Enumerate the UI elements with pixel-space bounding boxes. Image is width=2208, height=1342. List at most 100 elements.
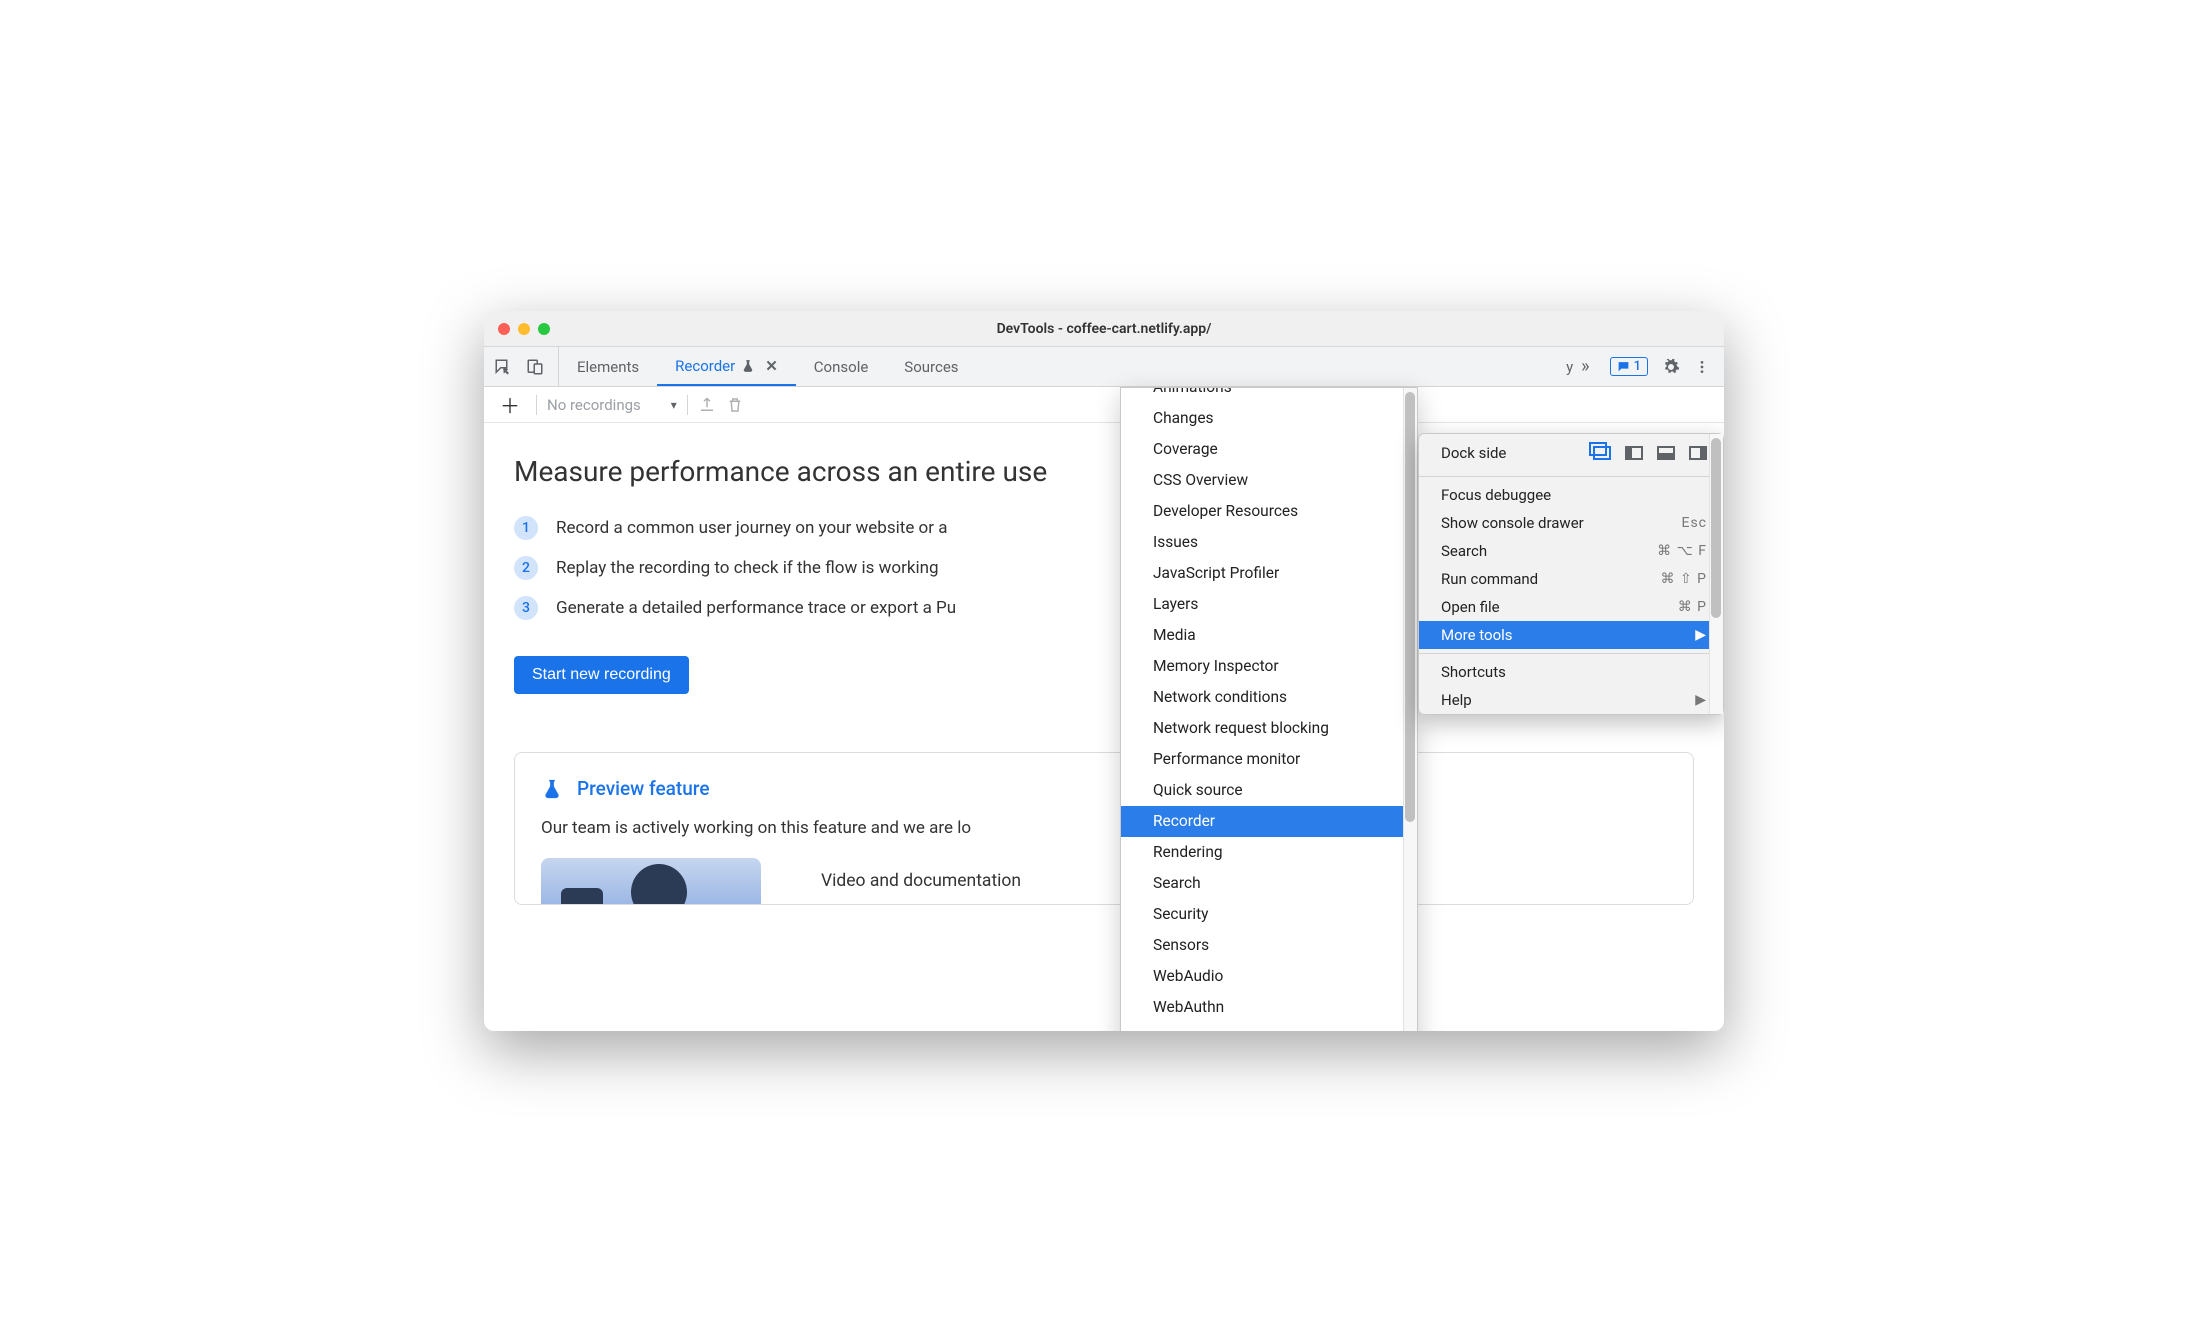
more-tools-item[interactable]: WebAudio [1121, 961, 1417, 992]
delete-icon[interactable] [726, 396, 744, 414]
more-tools-submenu: AnimationsChangesCoverageCSS OverviewDev… [1120, 387, 1418, 1031]
issues-count: 1 [1634, 359, 1641, 374]
flask-icon [541, 778, 563, 800]
chevron-down-icon: ▾ [671, 398, 677, 412]
step-text: Replay the recording to check if the flo… [556, 558, 939, 578]
more-tools-item[interactable]: Security [1121, 899, 1417, 930]
more-tools-item[interactable]: Issues [1121, 527, 1417, 558]
menu-item-label: Focus debuggee [1441, 486, 1551, 504]
more-tools-item[interactable]: Network conditions [1121, 682, 1417, 713]
preview-title: Preview feature [577, 777, 710, 800]
dock-right-icon[interactable] [1689, 446, 1707, 460]
flask-icon [741, 359, 755, 373]
titlebar: DevTools - coffee-cart.netlify.app/ [484, 311, 1724, 347]
menu-item[interactable]: Focus debuggee [1419, 481, 1723, 509]
inspect-element-icon[interactable] [494, 358, 512, 376]
video-thumbnail[interactable] [541, 858, 761, 904]
more-tools-item[interactable]: Recorder [1121, 806, 1417, 837]
menu-separator [1419, 653, 1723, 654]
step-text: Generate a detailed performance trace or… [556, 598, 956, 618]
more-tools-item[interactable]: Coverage [1121, 434, 1417, 465]
dock-undock-icon[interactable] [1593, 446, 1611, 460]
menu-item[interactable]: Run command⌘ ⇧ P [1419, 565, 1723, 593]
tab-elements[interactable]: Elements [559, 347, 657, 386]
step-number: 2 [514, 556, 538, 580]
more-tools-item[interactable]: Rendering [1121, 837, 1417, 868]
tab-recorder[interactable]: Recorder ✕ [657, 347, 796, 386]
more-tools-item[interactable]: Animations [1121, 387, 1417, 403]
menu-item[interactable]: Show console drawer Esc [1419, 509, 1723, 537]
menu-shortcut: ⌘ ⌥ F [1657, 543, 1707, 559]
devtools-window: DevTools - coffee-cart.netlify.app/ Elem… [484, 311, 1724, 1031]
step-number: 1 [514, 516, 538, 540]
preview-feature-card: Preview feature Our team is actively wor… [514, 752, 1694, 905]
tabstrip-utilities: 1 [1596, 347, 1724, 386]
dock-left-icon[interactable] [1625, 446, 1643, 460]
issues-badge[interactable]: 1 [1610, 357, 1648, 376]
more-tools-item[interactable]: JavaScript Profiler [1121, 558, 1417, 589]
more-tools-item[interactable]: Developer Resources [1121, 496, 1417, 527]
main-menu: Dock side Focus debuggee Show console dra… [1418, 433, 1724, 715]
menu-item-label: Show console drawer [1441, 514, 1584, 532]
menu-shortcut: Esc [1681, 515, 1707, 531]
more-tools-item[interactable]: Media [1121, 620, 1417, 651]
divider [536, 395, 537, 415]
more-tools-item[interactable]: Performance monitor [1121, 744, 1417, 775]
more-tools-item[interactable]: WebAuthn [1121, 992, 1417, 1023]
more-tools-item[interactable]: Layers [1121, 589, 1417, 620]
settings-icon[interactable] [1662, 358, 1680, 376]
more-tools-item[interactable]: Search [1121, 868, 1417, 899]
more-tools-item[interactable]: What's New [1121, 1023, 1417, 1031]
scrollbar-track[interactable] [1403, 388, 1417, 1031]
dock-side-label: Dock side [1441, 444, 1506, 462]
tabs-overflow-button[interactable]: » [1581, 356, 1595, 377]
window-title: DevTools - coffee-cart.netlify.app/ [484, 321, 1724, 337]
device-toolbar-icon[interactable] [526, 358, 544, 376]
menu-item[interactable]: Help▶ [1419, 686, 1723, 714]
menu-item-label: More tools [1441, 626, 1513, 644]
scrollbar-track[interactable] [1709, 434, 1723, 714]
close-window-button[interactable] [498, 323, 510, 335]
menu-item[interactable]: Open file⌘ P [1419, 593, 1723, 621]
more-tools-item[interactable]: Changes [1121, 403, 1417, 434]
video-doc-label: Video and documentation [821, 871, 1021, 891]
menu-item-label: Open file [1441, 598, 1500, 616]
export-icon[interactable] [698, 396, 716, 414]
more-tools-item[interactable]: Memory Inspector [1121, 651, 1417, 682]
tab-console[interactable]: Console [796, 347, 887, 386]
recorder-toolbar: ＋ No recordings ▾ [484, 387, 1724, 423]
menu-item-label: Shortcuts [1441, 663, 1506, 681]
more-tools-item[interactable]: Sensors [1121, 930, 1417, 961]
kebab-menu-icon[interactable] [1694, 359, 1710, 375]
tab-label: Sources [904, 358, 958, 376]
menu-item[interactable]: More tools ▶ [1419, 621, 1723, 649]
menu-shortcut: ⌘ ⇧ P [1660, 571, 1707, 587]
panel-tabstrip: Elements Recorder ✕ Console Sources y » … [484, 347, 1724, 387]
menu-item[interactable]: Search ⌘ ⌥ F [1419, 537, 1723, 565]
new-recording-button[interactable]: ＋ [494, 390, 526, 419]
submenu-arrow-icon: ▶ [1695, 627, 1707, 643]
menu-separator [1419, 476, 1723, 477]
scrollbar-thumb[interactable] [1405, 392, 1415, 822]
more-tools-item[interactable]: Quick source [1121, 775, 1417, 806]
more-tools-item[interactable]: Network request blocking [1121, 713, 1417, 744]
start-recording-button[interactable]: Start new recording [514, 656, 689, 694]
tab-sources[interactable]: Sources [886, 347, 976, 386]
chat-icon [1617, 360, 1630, 373]
scrollbar-thumb[interactable] [1711, 438, 1721, 618]
dock-side-row: Dock side [1419, 434, 1723, 472]
minimize-window-button[interactable] [518, 323, 530, 335]
close-tab-icon[interactable]: ✕ [765, 357, 778, 375]
menu-item[interactable]: Shortcuts [1419, 658, 1723, 686]
dock-bottom-icon[interactable] [1657, 446, 1675, 460]
menu-item-label: Search [1441, 542, 1487, 560]
tab-label: Recorder [675, 357, 735, 375]
inspect-toggle-group [484, 347, 559, 386]
tab-overflow-hint: y [1558, 347, 1581, 386]
more-tools-item[interactable]: CSS Overview [1121, 465, 1417, 496]
tab-label: Elements [577, 358, 639, 376]
traffic-lights [498, 323, 550, 335]
zoom-window-button[interactable] [538, 323, 550, 335]
preview-body: Our team is actively working on this fea… [541, 818, 1667, 838]
recording-select[interactable]: No recordings ▾ [547, 396, 677, 414]
